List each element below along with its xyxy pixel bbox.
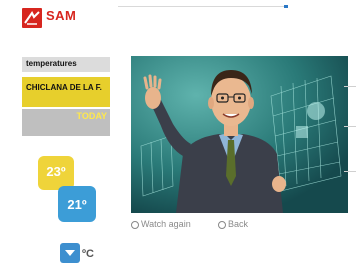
chevron-down-icon xyxy=(65,250,75,256)
back-label: Back xyxy=(228,219,249,229)
header-accent-dot xyxy=(284,5,288,8)
decor-line xyxy=(344,126,356,127)
unit-label: ºC xyxy=(82,248,94,260)
radio-icon xyxy=(131,220,139,229)
weather-video[interactable] xyxy=(131,56,348,213)
back-button[interactable]: Back xyxy=(218,219,248,229)
decor-line xyxy=(344,86,356,87)
brand-name: SAM xyxy=(46,8,77,23)
city-label: CHICLANA DE LA F. xyxy=(26,83,102,92)
city-panel[interactable] xyxy=(22,77,110,107)
temperatures-label: temperatures xyxy=(26,59,77,68)
max-temp-value: 23º xyxy=(46,164,66,179)
sam-logo-icon xyxy=(22,8,42,28)
presenter-scene xyxy=(131,56,348,213)
day-label: TODAY xyxy=(76,111,107,121)
min-temp-value: 21º xyxy=(67,197,87,212)
decor-line xyxy=(344,171,356,172)
watch-again-label: Watch again xyxy=(141,219,191,229)
watch-again-button[interactable]: Watch again xyxy=(131,219,191,229)
header-divider xyxy=(118,6,288,7)
radio-icon xyxy=(218,220,226,229)
